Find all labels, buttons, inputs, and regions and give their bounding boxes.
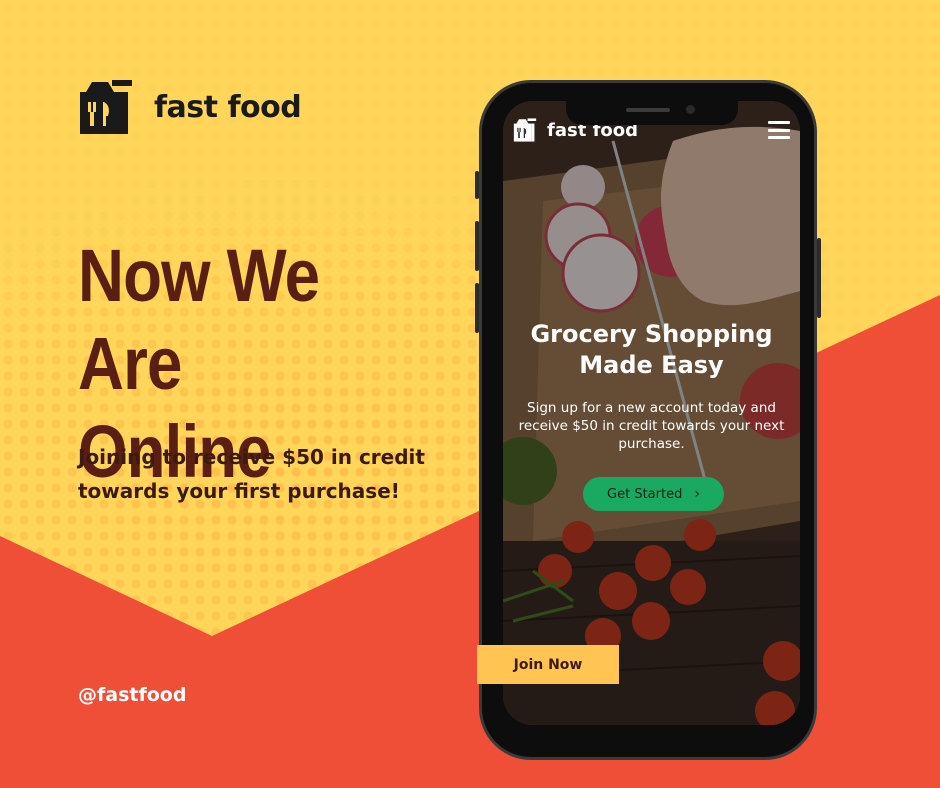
phone-side-button: [475, 283, 479, 333]
phone-side-button: [475, 221, 479, 271]
grocery-bag-icon: [80, 80, 132, 134]
speaker-grille: [626, 108, 670, 112]
get-started-label: Get Started: [607, 486, 683, 502]
phone-screen: fast food Grocery Shopping Made Easy Sig…: [503, 101, 800, 725]
hero-title-line-1: Grocery Shopping: [530, 320, 773, 348]
front-camera: [686, 105, 695, 114]
hero-sub-line-3: purchase.: [618, 436, 685, 452]
social-handle: @fastfood: [78, 684, 187, 706]
subtext-line-2: towards your first purchase!: [78, 479, 400, 503]
phone-side-button: [817, 238, 821, 318]
brand-name: fast food: [154, 89, 302, 125]
join-now-button[interactable]: Join Now: [477, 645, 619, 684]
hero-sub-line-2: receive $50 in credit towards your next: [518, 418, 785, 434]
hero-title: Grocery Shopping Made Easy: [503, 319, 800, 381]
subtext-line-1: Joining to receive $50 in credit: [78, 445, 425, 469]
grocery-bag-icon[interactable]: [513, 117, 537, 143]
promo-subtext: Joining to receive $50 in credit towards…: [78, 440, 458, 508]
phone-notch: [566, 101, 738, 125]
hamburger-menu-icon[interactable]: [768, 121, 790, 139]
phone-side-button: [475, 171, 479, 199]
headline-line-1: Now We: [78, 234, 320, 317]
get-started-button[interactable]: Get Started ›: [583, 477, 724, 511]
chevron-right-icon: ›: [694, 486, 700, 502]
brand-header: fast food: [78, 78, 302, 136]
hero-sub-line-1: Sign up for a new account today and: [527, 400, 776, 416]
hero-title-line-2: Made Easy: [579, 351, 724, 379]
hero-subtitle: Sign up for a new account today and rece…: [511, 399, 792, 453]
